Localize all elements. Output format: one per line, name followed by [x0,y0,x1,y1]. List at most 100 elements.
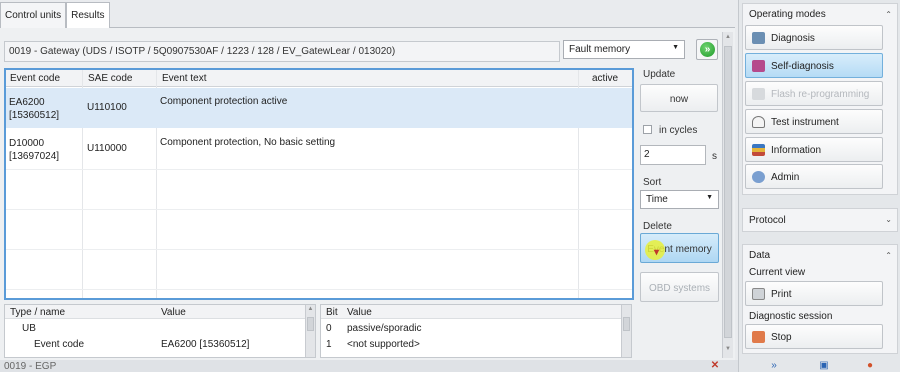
mode-label: Test instrument [771,117,839,128]
mode-self-diagnosis-button[interactable]: Self-diagnosis [745,53,883,78]
event-table-header: Event code SAE code Event text active [6,70,632,87]
scroll-thumb[interactable] [623,317,630,331]
event-code-cell: D10000 [13697024] [9,137,59,163]
dropdown-arrow-icon: ▼ [706,194,713,201]
go-button[interactable]: » [696,39,718,60]
scroll-up-icon[interactable]: ▲ [306,306,315,316]
event-code: EA6200 [9,97,45,108]
status-bar: 0019 - EGP [0,360,738,372]
header-bit-value[interactable]: Value [347,307,372,318]
scroll-thumb[interactable] [724,46,732,338]
forward-icon[interactable]: » [763,360,785,372]
control-unit-info-bar: 0019 - Gateway (UDS / ISOTP / 5Q0907530A… [4,41,560,62]
close-icon[interactable]: ✕ [704,360,726,372]
mode-label: Diagnosis [771,33,815,44]
sort-select-value: Time [646,194,668,205]
bit-value: <not supported> [347,339,420,350]
dropdown-arrow-icon: ▼ [672,44,679,51]
delete-obd-systems-button[interactable]: OBD systems [640,272,719,302]
mode-information-button[interactable]: Information [745,137,883,162]
header-sae-code[interactable]: SAE code [88,73,132,84]
mode-test-instrument-button[interactable]: Test instrument [745,109,883,134]
mode-label: Information [771,145,822,156]
delete-label: Delete [643,221,672,232]
header-event-code[interactable]: Event code [10,73,60,84]
update-label: Update [643,69,676,80]
in-cycles-checkbox[interactable] [643,125,652,134]
collapse-icon[interactable]: ⌃ [885,10,892,19]
in-cycles-label: in cycles [659,125,698,136]
header-event-text[interactable]: Event text [162,73,206,84]
flash-icon [752,88,765,100]
detail-right-scrollbar[interactable] [621,305,631,357]
protocol-title: Protocol [749,215,786,226]
stop-button[interactable]: Stop [745,324,883,349]
pointer-cursor-icon: ▾ [654,247,660,258]
row-divider [6,209,632,210]
printer-icon [752,288,765,300]
table-row[interactable]: EA6200 [15360512] U110100 Component prot… [6,88,632,128]
row-divider [6,249,632,250]
event-text-cell: Component protection, No basic setting [160,137,336,148]
event-code: D10000 [9,138,45,149]
stethoscope-icon [752,32,765,44]
gauge-icon [752,116,765,128]
books-icon [752,144,765,156]
sort-label: Sort [643,177,662,188]
bit-number: 0 [326,323,332,334]
stop-label: Stop [771,332,792,343]
scroll-up-icon[interactable]: ▲ [723,34,733,44]
mode-label: Flash re-programming [771,89,870,100]
header-value[interactable]: Value [161,307,186,318]
bit-value: passive/sporadic [347,323,422,334]
detail-left-scrollbar[interactable]: ▲ [305,305,315,357]
tab-control-units[interactable]: Control units [0,2,67,28]
row-divider [6,289,632,290]
view-select[interactable]: Fault memory ▼ [563,40,685,59]
scroll-thumb[interactable] [307,317,314,331]
help-icon[interactable]: ● [859,360,881,372]
cycles-unit: s [712,151,717,162]
sidebar: Operating modes ⌃ Diagnosis Self-diagnos… [738,0,900,372]
mode-label: Self-diagnosis [771,61,834,72]
event-code-number: [13697024] [9,151,60,162]
detail-name: Event code [34,339,85,350]
event-table: Event code SAE code Event text active EA… [4,68,634,300]
admin-icon [752,171,765,183]
table-row[interactable]: D10000 [13697024] U110000 Component prot… [6,129,632,169]
event-text-cell: Component protection active [160,96,288,107]
header-type-name[interactable]: Type / name [10,307,65,318]
current-view-label: Current view [749,267,806,278]
mode-flash-reprogramming-button[interactable]: Flash re-programming [745,81,883,106]
print-label: Print [771,289,792,300]
detail-panel-left: Type / name Value UB Event code EA6200 [… [4,304,316,358]
bit-number: 1 [326,339,332,350]
scroll-down-icon[interactable]: ▼ [723,346,733,356]
detail-value: EA6200 [15360512] [161,339,250,350]
update-now-button[interactable]: now [640,84,718,112]
collapse-icon[interactable]: ⌃ [885,251,892,260]
event-code-number: [15360512] [9,110,60,121]
main-scrollbar[interactable]: ▲ ▼ [722,32,733,358]
expand-icon[interactable]: ⌄ [885,215,892,224]
operating-modes-title: Operating modes [749,9,826,20]
mode-admin-button[interactable]: Admin [745,164,883,189]
sae-code-cell: U110100 [87,102,127,113]
view-select-value: Fault memory [569,44,631,55]
tab-bar: Control units Results [0,2,110,28]
mode-diagnosis-button[interactable]: Diagnosis [745,25,883,50]
header-active[interactable]: active [592,73,618,84]
diagnostic-session-label: Diagnostic session [749,311,833,322]
cycles-input[interactable]: 2 [640,145,706,165]
self-diagnosis-icon [752,60,765,72]
print-button[interactable]: Print [745,281,883,306]
sae-code-cell: U110000 [87,143,127,154]
header-bit[interactable]: Bit [326,307,338,318]
stop-icon [752,331,765,343]
window-icon[interactable]: ▣ [813,360,835,372]
event-code-cell: EA6200 [15360512] [9,96,59,122]
sort-select[interactable]: Time ▼ [640,190,719,209]
tab-results[interactable]: Results [66,2,110,28]
detail-name: UB [22,323,36,334]
data-title: Data [749,250,771,261]
